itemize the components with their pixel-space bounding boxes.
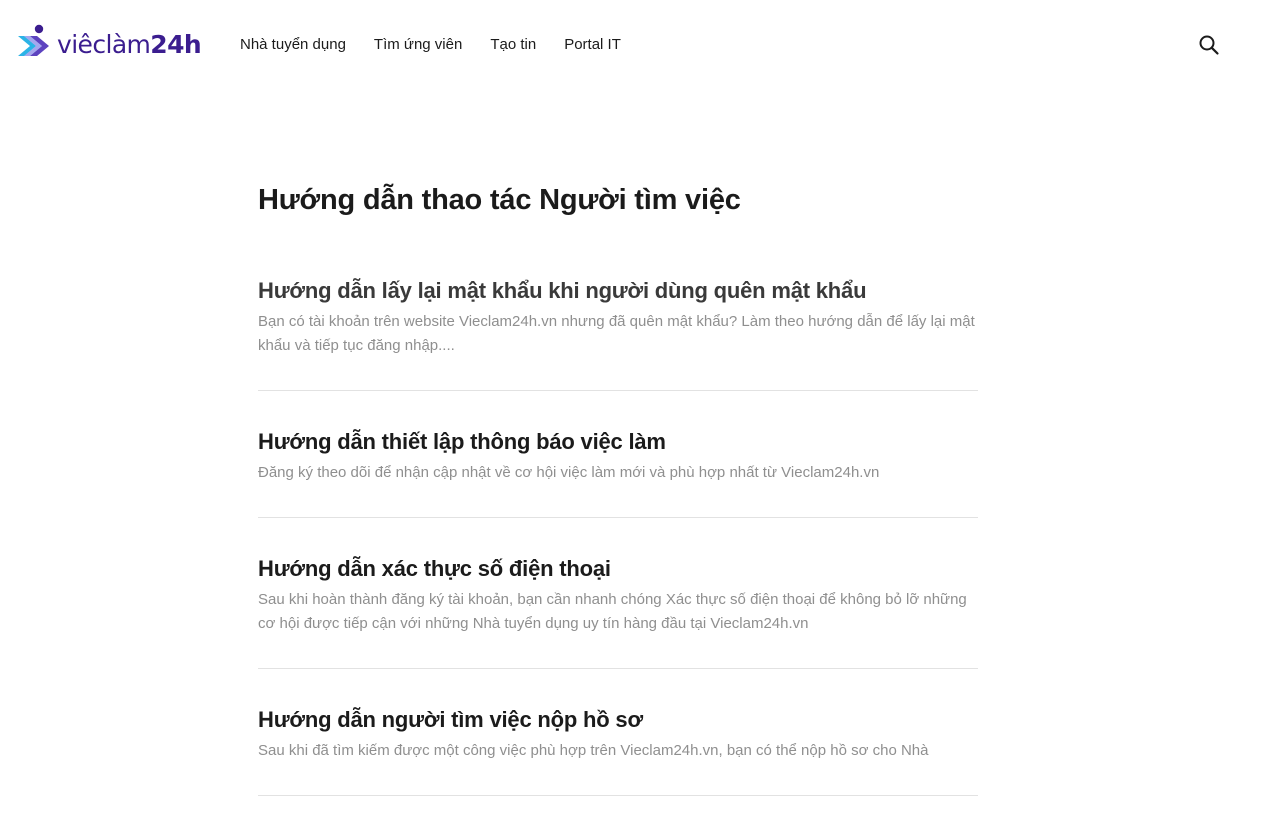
article-item: Hướng dẫn thiết lập thông báo việc làm Đ…: [258, 427, 978, 518]
article-title[interactable]: Hướng dẫn thiết lập thông báo việc làm: [258, 427, 978, 457]
logo-text: viêclàm24h: [57, 29, 202, 59]
article-item: Hướng dẫn lấy lại mật khẩu khi người dùn…: [258, 276, 978, 391]
article-title[interactable]: Hướng dẫn xác thực số điện thoại: [258, 554, 978, 584]
article-item: Hướng dẫn xác thực số điện thoại Sau khi…: [258, 554, 978, 669]
logo-mark-icon: [18, 24, 49, 56]
article-title[interactable]: Hướng dẫn người tìm việc nộp hồ sơ: [258, 705, 978, 735]
main-content: Hướng dẫn thao tác Người tìm việc Hướng …: [258, 180, 978, 832]
article-title[interactable]: Hướng dẫn lấy lại mật khẩu khi người dùn…: [258, 276, 978, 306]
page-title: Hướng dẫn thao tác Người tìm việc: [258, 184, 741, 216]
search-icon[interactable]: [1198, 34, 1220, 56]
article-item: Hướng dẫn người tìm việc nộp hồ sơ Sau k…: [258, 705, 978, 796]
logo-text-suffix: 24h: [150, 29, 202, 59]
article-description: Sau khi đã tìm kiếm được một công việc p…: [258, 742, 929, 759]
article-list: Hướng dẫn lấy lại mật khẩu khi người dùn…: [258, 276, 978, 796]
logo-text-prefix: viêclàm: [57, 29, 151, 59]
nav-item-portal-it[interactable]: Portal IT: [564, 35, 621, 55]
site-logo[interactable]: viêclàm24h: [16, 22, 202, 66]
main-nav: Nhà tuyển dụng Tìm ứng viên Tạo tin Port…: [240, 35, 649, 55]
site-header: viêclàm24h Nhà tuyển dụng Tìm ứng viên T…: [0, 0, 1261, 88]
nav-item-employer[interactable]: Nhà tuyển dụng: [240, 35, 346, 55]
article-description: Đăng ký theo dõi để nhận cập nhật về cơ …: [258, 464, 880, 481]
nav-item-create-post[interactable]: Tạo tin: [490, 35, 536, 55]
article-description: Bạn có tài khoản trên website Vieclam24h…: [258, 313, 975, 354]
nav-item-find-candidates[interactable]: Tìm ứng viên: [374, 35, 462, 55]
article-description: Sau khi hoàn thành đăng ký tài khoản, bạ…: [258, 591, 967, 632]
